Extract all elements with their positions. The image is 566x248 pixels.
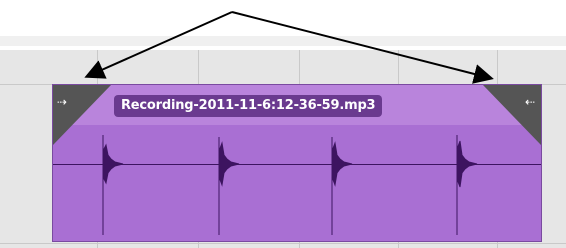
- annotation-arrows: [84, 11, 494, 84]
- arrow-left: [84, 11, 233, 79]
- arrow-right: [231, 11, 494, 84]
